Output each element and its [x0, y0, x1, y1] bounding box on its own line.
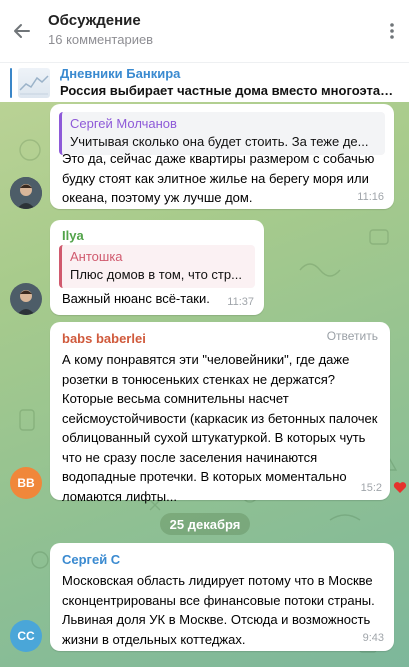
reply-button[interactable]: Ответить [327, 329, 378, 343]
message-text-line: Это да, сейчас даже квартиры размером с … [62, 151, 375, 166]
message-time: 15:2 [360, 482, 382, 494]
sender-name[interactable]: Сергей С [62, 551, 120, 569]
message-text-line: водопадные протечки. В которых моменталь… [62, 469, 347, 484]
pinned-post[interactable]: Дневники Банкира Россия выбирает частные… [0, 62, 409, 102]
reply-quote[interactable]: Антошка Плюс домов в том, что стр... [59, 245, 255, 288]
date-separator: 25 декабря [160, 513, 250, 535]
page-title: Обсуждение [48, 12, 141, 29]
more-vertical-icon [390, 23, 394, 39]
avatar-initials: BB [17, 476, 35, 490]
more-menu-button[interactable] [375, 0, 409, 62]
pinned-channel-name: Дневники Банкира [60, 66, 181, 81]
pinned-post-text: Россия выбирает частные дома вместо мног… [60, 83, 400, 98]
message-text-line: розетки в тонюсеньких стенках не держатс… [62, 371, 335, 387]
message-time: 11:16 [357, 191, 384, 203]
avatar-initials: СС [17, 629, 35, 643]
sender-name[interactable]: Ilya [62, 227, 84, 245]
message-bubble[interactable]: Сергей Молчанов Учитывая сколько она буд… [50, 104, 394, 209]
avatar[interactable] [10, 177, 42, 209]
message-text-line: что не сразу после заселения начинаются [62, 449, 318, 465]
reply-author: Антошка [70, 249, 123, 264]
pinned-thumbnail [18, 67, 50, 98]
reply-text: Плюс домов в том, что стр... [70, 267, 242, 282]
heart-icon [393, 482, 407, 493]
message-time: 11:37 [227, 296, 254, 308]
message-bubble[interactable]: Ilya Антошка Плюс домов в том, что стр..… [50, 220, 264, 315]
message-text-line: сейсмоустойчивости (каркасик из бетонных… [62, 410, 378, 426]
message-text-line: ломаются лифты... [62, 488, 177, 504]
message-text-line: А кому понравятся эти "человейники", где… [62, 352, 350, 367]
chat-header: Обсуждение 16 комментариев [0, 0, 409, 62]
message-bubble[interactable]: Сергей С Московская область лидирует пот… [50, 543, 394, 651]
message-text-line: Важный нюанс всё-таки. [62, 291, 210, 306]
reaction-button[interactable] [393, 481, 407, 497]
message-text-line: сконцентрированы все финансовые потоки с… [62, 592, 375, 608]
header-title-group: Обсуждение 16 комментариев [48, 12, 153, 50]
message-text-line: облицованный сухой штукатуркой. В которы… [62, 430, 366, 445]
pinned-accent-bar [10, 67, 12, 98]
avatar[interactable]: СС [10, 620, 42, 652]
message-bubble[interactable]: babs baberlei Ответить А кому понравятся… [50, 322, 390, 504]
message-body: А кому понравятся эти "человейники", где… [62, 350, 382, 506]
reply-author: Сергей Молчанов [70, 116, 177, 131]
message-time: 9:43 [362, 632, 384, 644]
pinned-text-group: Дневники Банкира Россия выбирает частные… [60, 66, 400, 99]
message-text-line: Львиная доля УК в Москве. Отсюда и возмо… [62, 612, 371, 627]
message-text-line: океана, поэтому уж лучше дом. [62, 190, 253, 205]
arrow-left-icon [14, 24, 30, 38]
message-text-line: будку стоят как элитное жилье на берегу … [62, 170, 369, 186]
message-text-line: Московская область лидирует потому что в… [62, 573, 373, 588]
sender-name[interactable]: babs baberlei [62, 330, 146, 348]
message-text-line: жизни в отдельных коттеджах. [62, 631, 246, 647]
message-body: Московская область лидирует потому что в… [62, 571, 387, 649]
back-button[interactable] [0, 0, 44, 62]
avatar[interactable]: BB [10, 467, 42, 499]
avatar[interactable] [10, 283, 42, 315]
message-text-line: Которые весьма сомнительны насчет [62, 391, 289, 406]
comment-count: 16 комментариев [48, 32, 154, 47]
message-body: Это да, сейчас даже квартиры размером с … [62, 149, 387, 208]
